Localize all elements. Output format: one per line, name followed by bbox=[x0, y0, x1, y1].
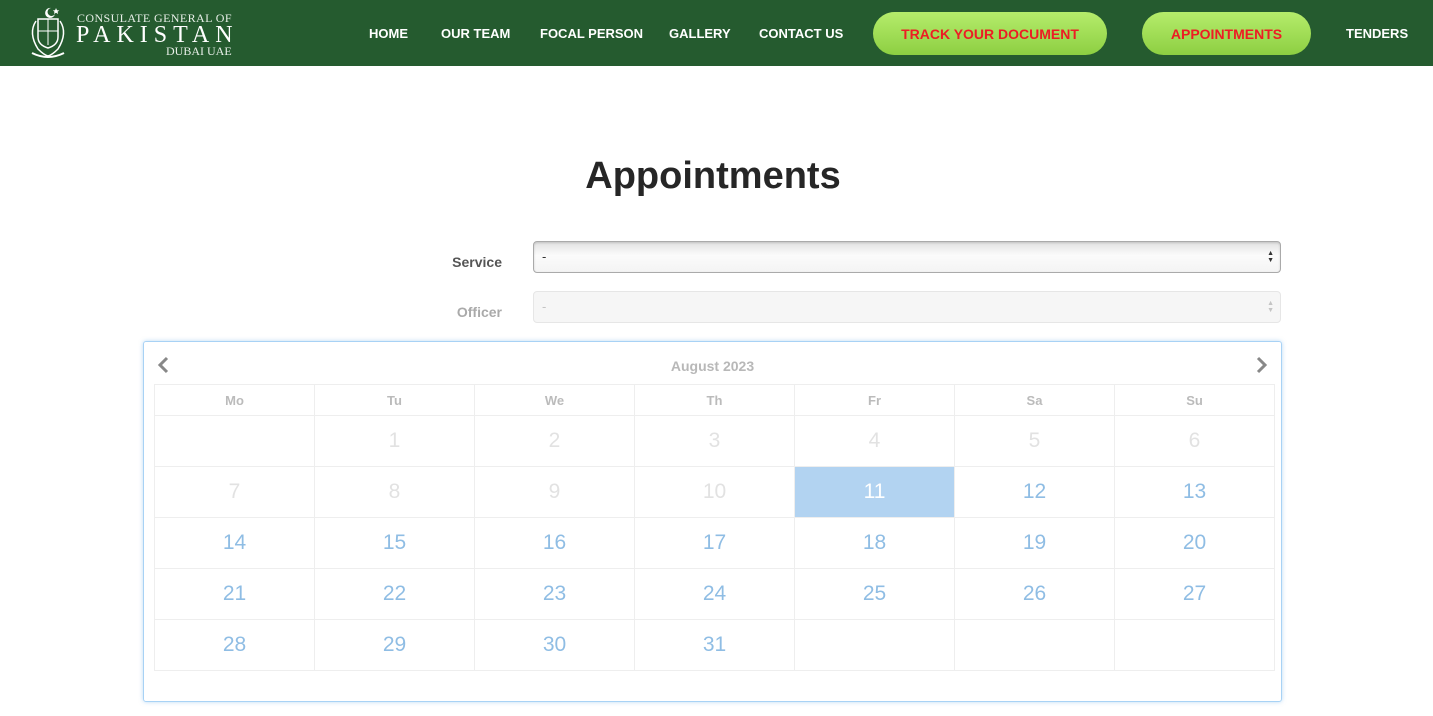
track-document-button[interactable]: TRACK YOUR DOCUMENT bbox=[873, 12, 1107, 55]
service-select[interactable]: - ▲ ▼ bbox=[533, 241, 1281, 273]
nav-home[interactable]: HOME bbox=[369, 26, 408, 41]
calendar-day[interactable]: 23 bbox=[474, 568, 635, 620]
nav-tenders[interactable]: TENDERS bbox=[1346, 26, 1408, 41]
calendar-day[interactable]: 30 bbox=[474, 619, 635, 671]
select-arrows-icon: ▲ ▼ bbox=[1267, 300, 1274, 314]
officer-label: Officer bbox=[456, 304, 502, 320]
calendar-day-unavailable: 10 bbox=[634, 466, 795, 518]
calendar-day[interactable]: 13 bbox=[1114, 466, 1275, 518]
calendar-day-unavailable: 6 bbox=[1114, 415, 1275, 467]
next-month-button[interactable] bbox=[1250, 354, 1272, 376]
calendar-empty-cell bbox=[954, 619, 1115, 671]
calendar-day[interactable]: 21 bbox=[154, 568, 315, 620]
calendar-week-row: 123456 bbox=[154, 415, 1275, 467]
nav-our-team[interactable]: OUR TEAM bbox=[441, 26, 510, 41]
calendar-day-unavailable: 7 bbox=[154, 466, 315, 518]
calendar-day-unavailable: 8 bbox=[314, 466, 475, 518]
calendar-day[interactable]: 28 bbox=[154, 619, 315, 671]
chevron-right-icon bbox=[1256, 356, 1268, 374]
calendar-day-unavailable: 3 bbox=[634, 415, 795, 467]
top-navbar: CONSULATE GENERAL OF PAKISTAN DUBAI UAE … bbox=[0, 0, 1433, 66]
calendar-day[interactable]: 17 bbox=[634, 517, 795, 569]
calendar-day[interactable]: 20 bbox=[1114, 517, 1275, 569]
appointments-button[interactable]: APPOINTMENTS bbox=[1142, 12, 1311, 55]
calendar-day[interactable]: 19 bbox=[954, 517, 1115, 569]
officer-select-value: - bbox=[542, 299, 547, 314]
calendar-day[interactable]: 12 bbox=[954, 466, 1115, 518]
nav-focal-person[interactable]: FOCAL PERSON bbox=[540, 26, 643, 41]
calendar-body: 1 2 3 4 5 6 7 8 9 10 11 12 13 14 15 16 17 18 19 20 21 22 23 24 2… bbox=[154, 415, 1275, 671]
appointment-calendar: August 2023 Mo Tu We Th Fr Sa Su 1234567… bbox=[143, 341, 1282, 702]
calendar-week-row: 28 29 30 31 bbox=[154, 619, 1275, 671]
weekday-header: Tu bbox=[314, 384, 475, 416]
calendar-grid: Mo Tu We Th Fr Sa Su 1 2 3 4 5 6 7 8 9 10 11 12 13 14… bbox=[154, 384, 1275, 671]
calendar-day[interactable]: 25 bbox=[794, 568, 955, 620]
calendar-empty-cell bbox=[1114, 619, 1275, 671]
calendar-day[interactable]: 14 bbox=[154, 517, 315, 569]
calendar-day-unavailable: 5 bbox=[954, 415, 1115, 467]
calendar-day[interactable]: 24 bbox=[634, 568, 795, 620]
weekday-header: Mo bbox=[154, 384, 315, 416]
calendar-week-row: 14 15 16 17 18 19 20 bbox=[154, 517, 1275, 569]
weekday-header: We bbox=[474, 384, 635, 416]
calendar-empty-cell bbox=[154, 415, 315, 467]
calendar-day[interactable]: 27 bbox=[1114, 568, 1275, 620]
select-arrows-icon: ▲ ▼ bbox=[1267, 250, 1274, 264]
weekday-header: Su bbox=[1114, 384, 1275, 416]
calendar-day[interactable]: 18 bbox=[794, 517, 955, 569]
weekday-header: Sa bbox=[954, 384, 1115, 416]
calendar-day[interactable]: 16 bbox=[474, 517, 635, 569]
calendar-day-unavailable: 4 bbox=[794, 415, 955, 467]
calendar-day[interactable]: 22 bbox=[314, 568, 475, 620]
calendar-day[interactable]: 26 bbox=[954, 568, 1115, 620]
service-label: Service bbox=[452, 254, 502, 270]
state-emblem-icon bbox=[31, 7, 65, 58]
calendar-empty-cell bbox=[794, 619, 955, 671]
calendar-day[interactable]: 15 bbox=[314, 517, 475, 569]
page-title: Appointments bbox=[585, 155, 841, 197]
consulate-logo[interactable]: CONSULATE GENERAL OF PAKISTAN DUBAI UAE bbox=[24, 5, 244, 63]
calendar-day-unavailable: 9 bbox=[474, 466, 635, 518]
weekday-header-row: Mo Tu We Th Fr Sa Su bbox=[154, 384, 1275, 416]
officer-select[interactable]: - ▲ ▼ bbox=[533, 291, 1281, 323]
calendar-week-row: 7 8 9 10 11 12 13 bbox=[154, 466, 1275, 518]
weekday-header: Th bbox=[634, 384, 795, 416]
calendar-day[interactable]: 29 bbox=[314, 619, 475, 671]
logo-line3: DUBAI UAE bbox=[166, 44, 232, 58]
calendar-day-unavailable: 2 bbox=[474, 415, 635, 467]
calendar-week-row: 21 22 23 24 25 26 27 bbox=[154, 568, 1275, 620]
nav-gallery[interactable]: GALLERY bbox=[669, 26, 731, 41]
calendar-day-selected[interactable]: 11 bbox=[794, 466, 955, 518]
nav-contact-us[interactable]: CONTACT US bbox=[759, 26, 843, 41]
calendar-month-label: August 2023 bbox=[670, 358, 755, 374]
calendar-day-unavailable: 1 bbox=[314, 415, 475, 467]
service-select-value: - bbox=[542, 249, 547, 264]
weekday-header: Fr bbox=[794, 384, 955, 416]
calendar-day[interactable]: 31 bbox=[634, 619, 795, 671]
